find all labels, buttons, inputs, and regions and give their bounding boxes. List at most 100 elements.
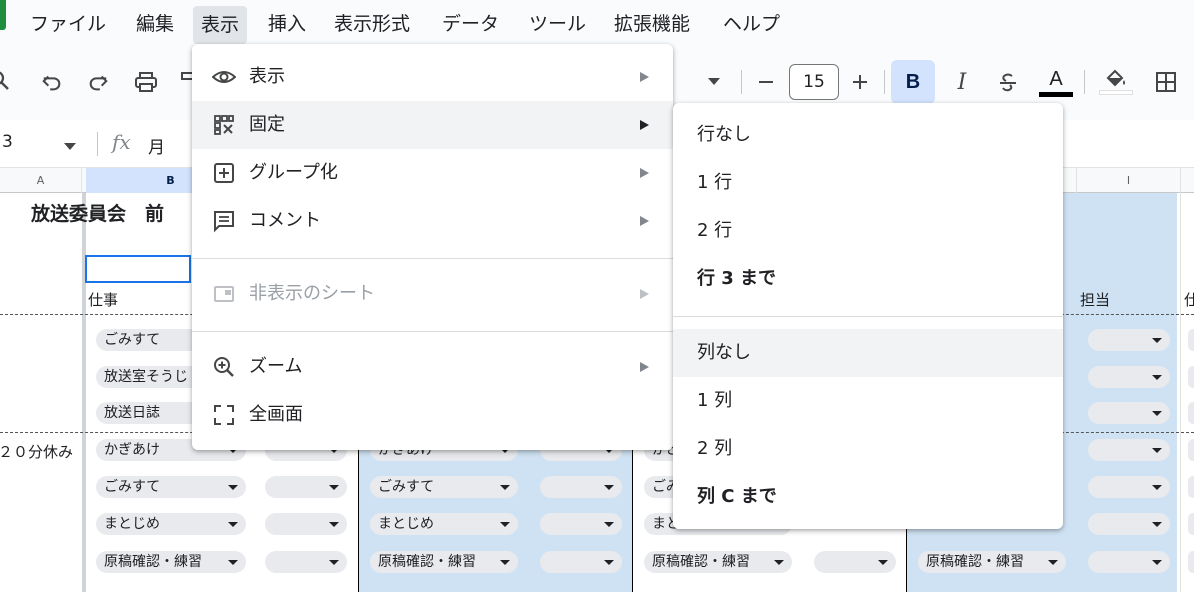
- view-menu-item-zoom[interactable]: ズーム: [192, 343, 673, 391]
- view-menu-item-group[interactable]: グループ化: [192, 149, 673, 197]
- dropdown-chip[interactable]: ごみすて: [370, 476, 518, 498]
- toolbar-separator: [741, 70, 742, 94]
- dropdown-chip-empty[interactable]: [1088, 476, 1170, 498]
- column-header-h[interactable]: [1063, 168, 1077, 193]
- dropdown-chip[interactable]: まとじめ: [370, 513, 518, 535]
- menu-extensions[interactable]: 拡張機能: [606, 2, 698, 46]
- formula-input[interactable]: 月: [148, 133, 165, 158]
- dropdown-chip-partial[interactable]: [1188, 366, 1194, 388]
- undo-icon[interactable]: [32, 60, 72, 104]
- decrease-font-size-icon[interactable]: [751, 60, 781, 104]
- dropdown-chip-partial[interactable]: [1188, 439, 1194, 461]
- dropdown-chip-partial[interactable]: [1188, 551, 1194, 573]
- menu-item-label: コメント: [249, 210, 321, 231]
- freeze-rows-up-to-current[interactable]: 行 3 まで: [673, 255, 1063, 303]
- toolbar-separator: [884, 70, 885, 94]
- dropdown-chip-empty[interactable]: [1088, 402, 1170, 424]
- column-header-a[interactable]: A: [0, 168, 82, 193]
- chevron-down-icon: [878, 560, 888, 565]
- freeze-cols-2[interactable]: 2 列: [673, 425, 1063, 473]
- dropdown-chip-partial[interactable]: [1188, 476, 1194, 498]
- print-icon[interactable]: [126, 60, 166, 104]
- freeze-cols-none[interactable]: 列なし: [673, 329, 1063, 377]
- increase-font-size-icon[interactable]: [845, 60, 875, 104]
- view-menu-item-fullscreen[interactable]: 全画面: [192, 391, 673, 439]
- dropdown-chip-partial[interactable]: [1188, 329, 1194, 351]
- dropdown-chip-partial[interactable]: [1188, 513, 1194, 535]
- name-box-arrow-icon[interactable]: [64, 136, 76, 155]
- chevron-down-icon: [1152, 560, 1162, 565]
- dropdown-chip-partial[interactable]: [1188, 402, 1194, 424]
- menu-item-label: 1 列: [697, 390, 733, 411]
- menu-item-label: 全画面: [249, 404, 303, 425]
- dropdown-chip-empty[interactable]: [814, 551, 896, 573]
- chip-label: ごみすて: [104, 479, 161, 495]
- dropdown-chip-empty[interactable]: [540, 476, 622, 498]
- menu-tools[interactable]: ツール: [521, 2, 594, 46]
- dropdown-chip[interactable]: 原稿確認・練習: [370, 551, 518, 573]
- dropdown-chip-empty[interactable]: [1088, 551, 1170, 573]
- font-size-input[interactable]: 15: [789, 64, 839, 100]
- fill-color-icon[interactable]: [1096, 60, 1136, 104]
- freeze-cols-1[interactable]: 1 列: [673, 377, 1063, 425]
- comment-icon: [212, 209, 236, 233]
- strikethrough-icon[interactable]: [988, 60, 1028, 104]
- chip-label: 放送日誌: [104, 405, 160, 421]
- dropdown-chip-empty[interactable]: [1088, 366, 1170, 388]
- menu-format[interactable]: 表示形式: [326, 2, 418, 46]
- chevron-down-icon: [329, 560, 339, 565]
- menu-item-label: 2 行: [697, 220, 733, 241]
- dropdown-chip-empty[interactable]: [540, 551, 622, 573]
- menu-item-label: 表示: [249, 66, 285, 87]
- bold-button[interactable]: B: [891, 60, 935, 104]
- dropdown-chip-empty[interactable]: [540, 513, 622, 535]
- dropdown-chip[interactable]: まとじめ: [96, 513, 246, 535]
- active-cell[interactable]: [85, 255, 191, 283]
- menu-file[interactable]: ファイル: [22, 2, 114, 46]
- freeze-rows-none[interactable]: 行なし: [673, 111, 1063, 159]
- freeze-rows-2[interactable]: 2 行: [673, 207, 1063, 255]
- dropdown-chip-empty[interactable]: [265, 513, 347, 535]
- column-header-i[interactable]: I: [1077, 168, 1181, 193]
- menu-edit[interactable]: 編集: [128, 2, 182, 46]
- sheets-logo[interactable]: [0, 0, 6, 30]
- chip-label: ごみすて: [378, 479, 435, 495]
- chip-label: ごみすて: [104, 332, 161, 348]
- view-menu-item-freeze[interactable]: 固定: [192, 101, 673, 149]
- dropdown-chip-empty[interactable]: [1088, 329, 1170, 351]
- text-color-button[interactable]: A: [1036, 60, 1076, 104]
- dropdown-chip-empty[interactable]: [1088, 439, 1170, 461]
- dropdown-chip[interactable]: 原稿確認・練習: [96, 551, 246, 573]
- freeze-cols-up-to-current[interactable]: 列 C まで: [673, 473, 1063, 521]
- chip-label: 原稿確認・練習: [926, 554, 1024, 570]
- chip-label: 放送室そうじ: [104, 369, 188, 385]
- view-menu-item-hidden-sheets: 非表示のシート: [192, 270, 673, 318]
- menu-insert[interactable]: 挿入: [260, 2, 314, 46]
- borders-icon[interactable]: [1146, 60, 1186, 104]
- chevron-down-icon: [1048, 560, 1058, 565]
- dropdown-chip-empty[interactable]: [265, 476, 347, 498]
- chevron-down-icon: [774, 560, 784, 565]
- dropdown-chip-empty[interactable]: [265, 551, 347, 573]
- menu-view[interactable]: 表示: [193, 6, 248, 44]
- dropdown-chip-empty[interactable]: [1088, 513, 1170, 535]
- search-icon[interactable]: [0, 60, 16, 104]
- chevron-down-icon: [500, 560, 510, 565]
- redo-icon[interactable]: [78, 60, 118, 104]
- name-box[interactable]: 3: [2, 132, 13, 152]
- menu-item-label: 行なし: [697, 124, 751, 145]
- header-partial: 仕: [1184, 291, 1194, 309]
- submenu-arrow-icon: [640, 216, 649, 226]
- dropdown-chip[interactable]: ごみすて: [96, 476, 246, 498]
- freeze-rows-1[interactable]: 1 行: [673, 159, 1063, 207]
- font-dropdown-arrow-icon[interactable]: [700, 60, 728, 104]
- menu-item-label: 列なし: [697, 342, 751, 363]
- view-menu-item-show[interactable]: 表示: [192, 53, 673, 101]
- dropdown-chip[interactable]: 原稿確認・練習: [918, 551, 1066, 573]
- view-menu-item-comment[interactable]: コメント: [192, 197, 673, 245]
- menu-help[interactable]: ヘルプ: [715, 2, 788, 46]
- italic-button[interactable]: I: [942, 60, 982, 104]
- dropdown-chip[interactable]: 原稿確認・練習: [644, 551, 792, 573]
- chevron-down-icon: [1152, 411, 1162, 416]
- menu-data[interactable]: データ: [434, 2, 507, 46]
